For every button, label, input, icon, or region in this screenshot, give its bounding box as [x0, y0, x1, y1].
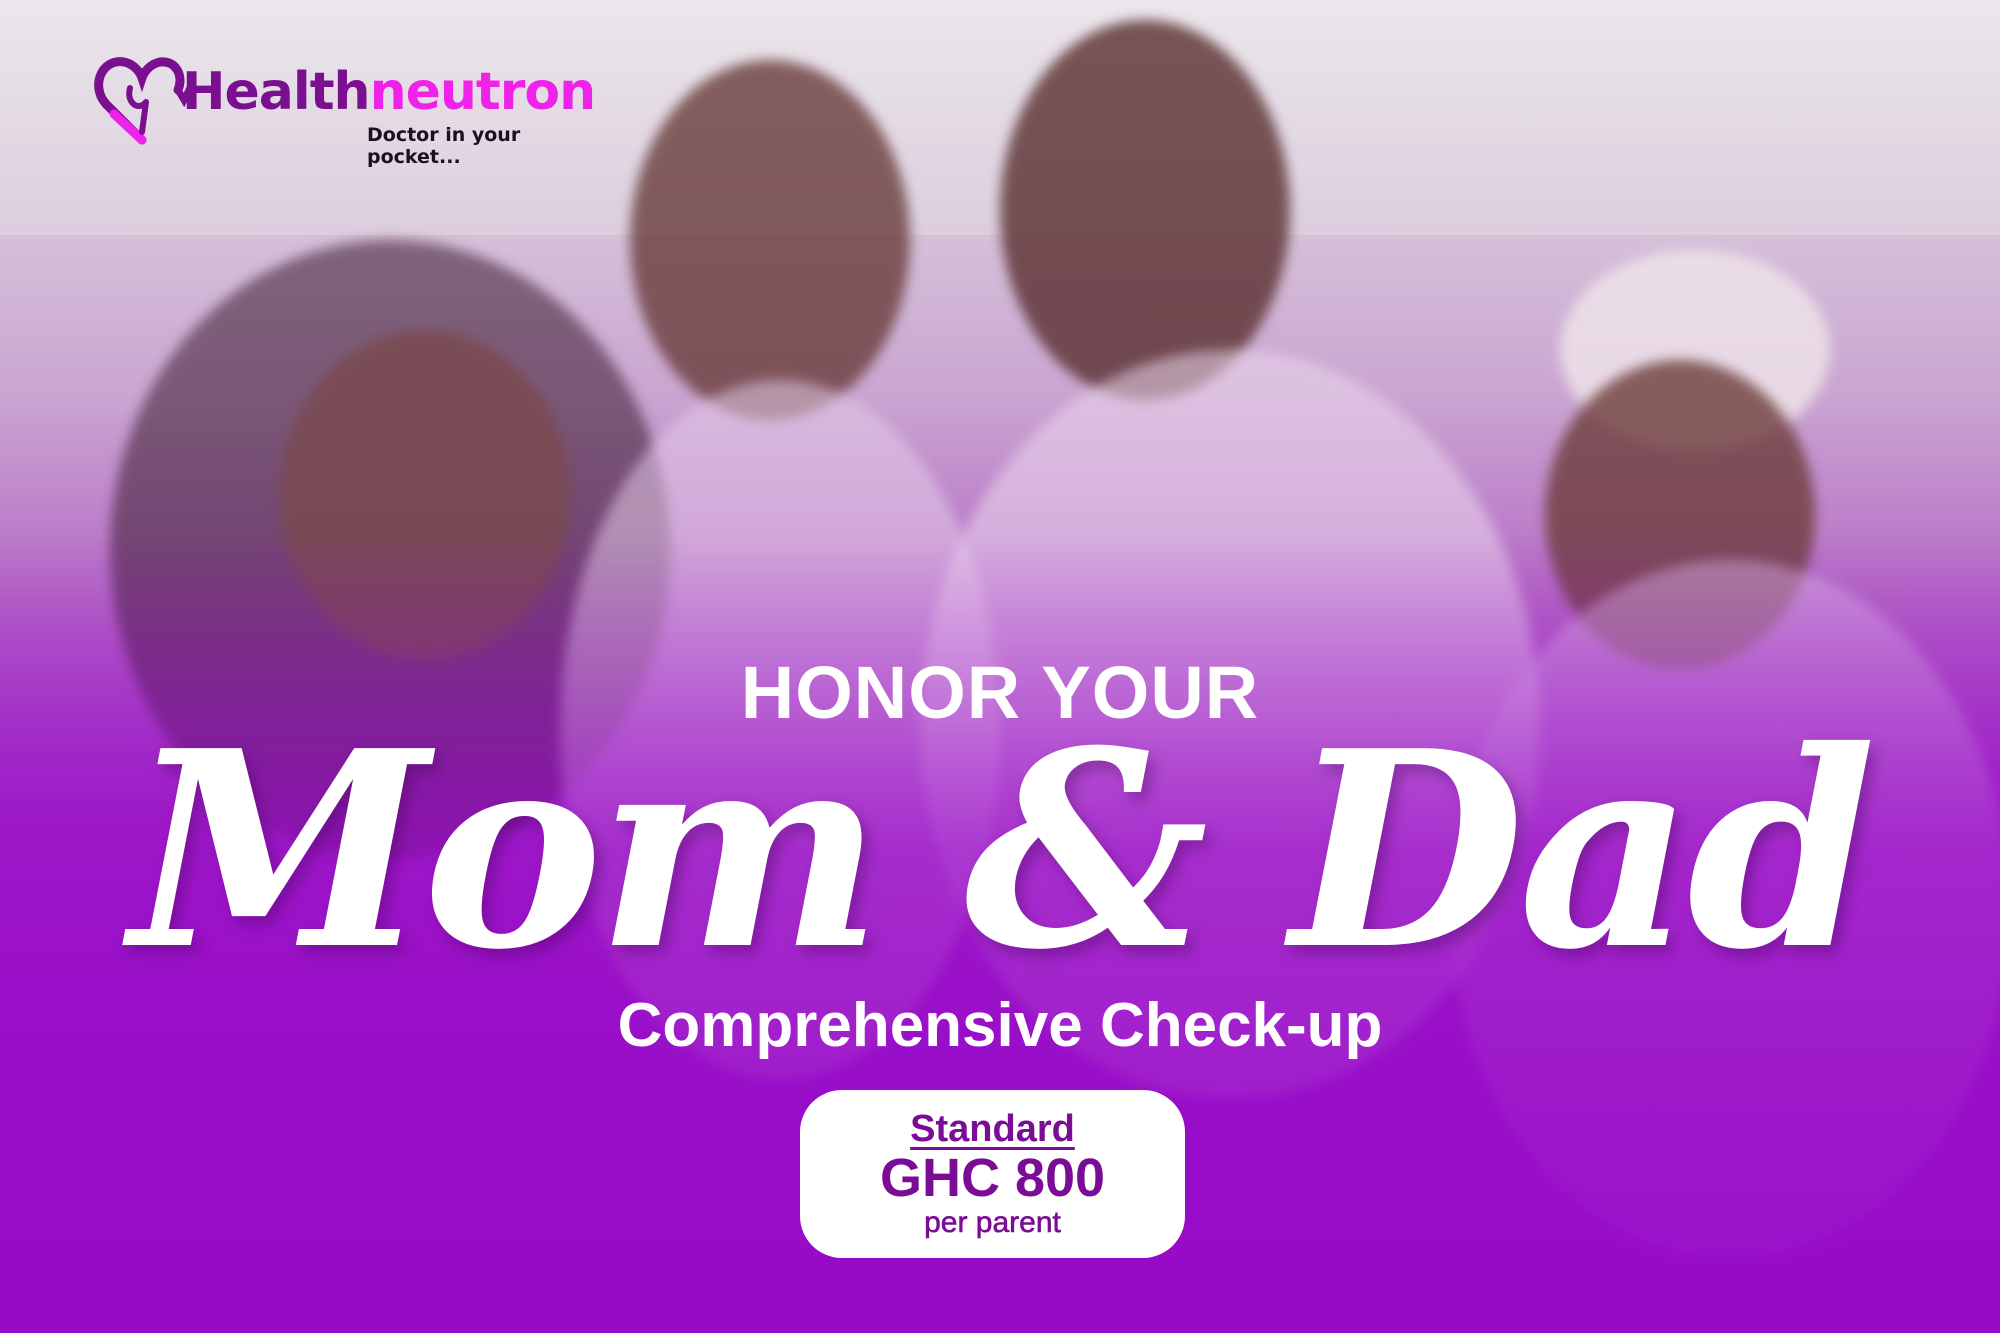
heart-stethoscope-icon — [94, 57, 192, 145]
offer-tier: Standard — [910, 1108, 1075, 1150]
brand-name: Healthneutron — [182, 62, 597, 122]
price-box: Standard GHC 800 per parent — [800, 1090, 1185, 1258]
brand-logo: Healthneutron Doctor in your pocket... — [92, 52, 597, 168]
son-face — [1000, 20, 1290, 400]
headline-subtitle: Comprehensive Check-up — [617, 991, 1383, 1060]
headline-script: Mom & Dad — [129, 691, 1876, 1009]
offer-price: GHC 800 — [879, 1148, 1106, 1208]
brand-name-part2: neutron — [369, 62, 597, 122]
brand-name-part1: Health — [182, 62, 371, 122]
brand-tagline: Doctor in your pocket... — [367, 124, 521, 168]
father-face — [630, 60, 910, 420]
offer-unit: per parent — [924, 1206, 1061, 1240]
